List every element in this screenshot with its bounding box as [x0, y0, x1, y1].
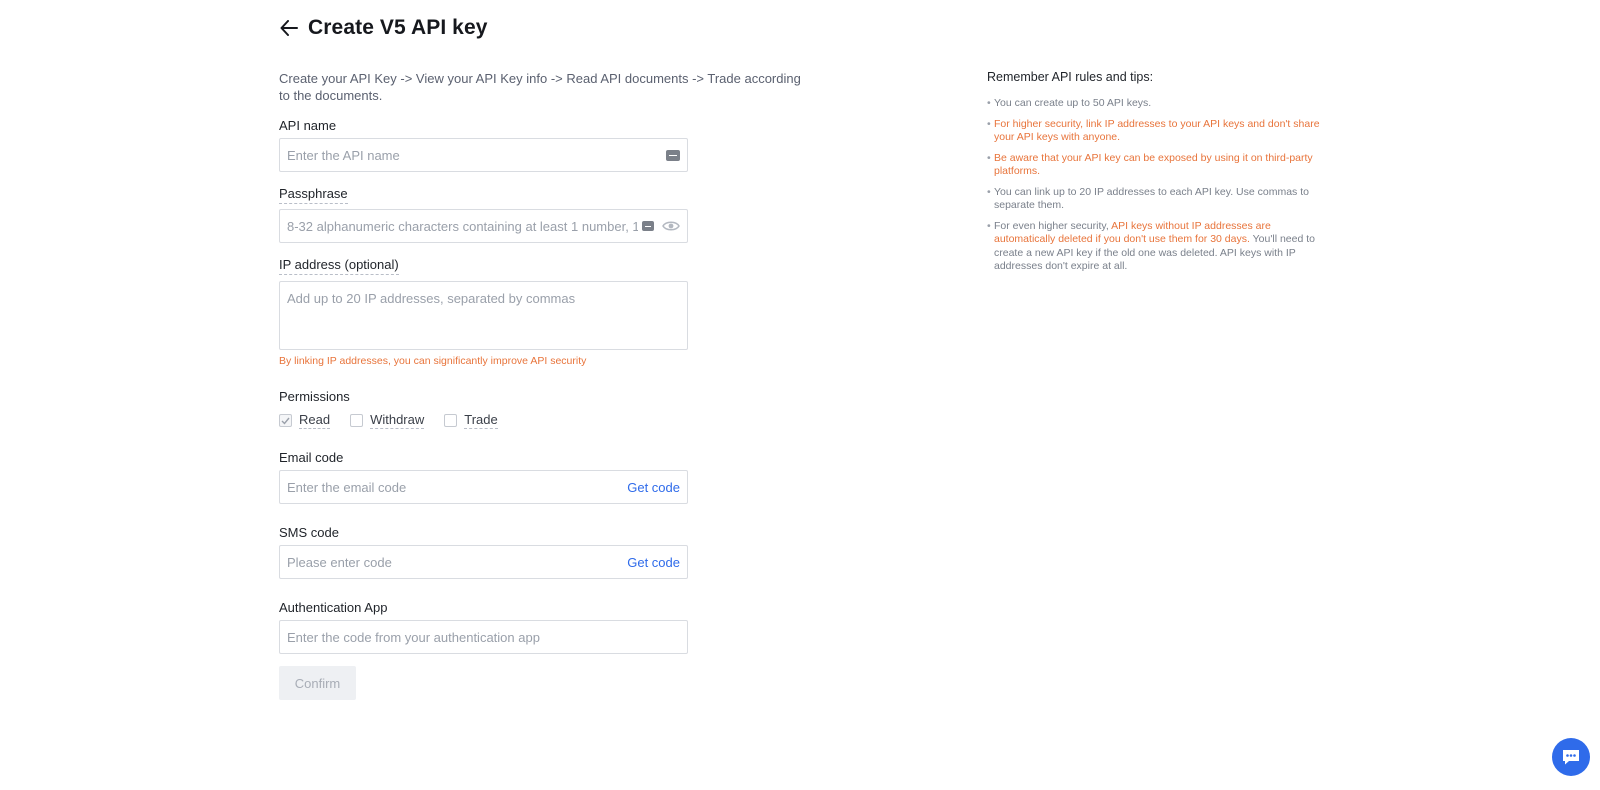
chat-icon [1563, 750, 1579, 765]
withdraw-label: Withdraw [370, 412, 425, 429]
eye-icon[interactable] [662, 220, 680, 232]
auth-app-field [279, 620, 688, 654]
permission-trade[interactable]: Trade [444, 412, 498, 429]
permissions-group: Read Withdraw Trade [279, 412, 498, 429]
auth-app-input[interactable] [287, 629, 680, 645]
intro-text: Create your API Key -> View your API Key… [279, 71, 801, 103]
ip-address-input[interactable] [287, 282, 680, 349]
read-label: Read [299, 412, 331, 429]
tip-text: For even higher security, [994, 219, 1112, 232]
sms-code-input[interactable] [287, 554, 628, 570]
email-code-field: Get code [279, 470, 688, 504]
trade-label: Trade [464, 412, 498, 429]
sms-code-field: Get code [279, 545, 688, 579]
auth-app-label: Authentication App [279, 600, 388, 615]
read-checkbox[interactable] [279, 414, 292, 427]
api-name-label: API name [279, 118, 337, 133]
email-code-input[interactable] [287, 479, 628, 495]
tips-title: Remember API rules and tips: [987, 70, 1154, 84]
permission-read[interactable]: Read [279, 412, 331, 429]
page-header: Create V5 API key [279, 16, 488, 40]
sms-code-label: SMS code [279, 525, 339, 540]
tip-item: You can link up to 20 IP addresses to ea… [987, 186, 1327, 213]
confirm-button[interactable]: Confirm [279, 666, 356, 700]
email-get-code-button[interactable]: Get code [627, 480, 680, 495]
check-icon [281, 417, 290, 425]
back-arrow-icon[interactable] [279, 18, 299, 38]
tip-item: For higher security, link IP addresses t… [987, 118, 1327, 145]
keyboard-icon[interactable] [666, 149, 680, 161]
chat-support-button[interactable] [1552, 738, 1590, 776]
sms-get-code-button[interactable]: Get code [627, 555, 680, 570]
tip-item: You can create up to 50 API keys. [987, 97, 1327, 111]
trade-checkbox[interactable] [444, 414, 458, 427]
passphrase-label: Passphrase [279, 186, 348, 204]
email-code-label: Email code [279, 450, 344, 465]
ip-address-label: IP address (optional) [279, 257, 399, 275]
keyboard-icon[interactable] [642, 221, 654, 231]
ip-address-field [279, 281, 688, 350]
page-title: Create V5 API key [308, 16, 488, 39]
withdraw-checkbox[interactable] [350, 414, 364, 427]
permission-withdraw[interactable]: Withdraw [350, 412, 425, 429]
permissions-label: Permissions [279, 389, 350, 404]
passphrase-field [279, 209, 688, 243]
tip-item: Be aware that your API key can be expose… [987, 152, 1327, 179]
form-column: Create your API Key -> View your API Key… [279, 70, 809, 104]
api-name-input[interactable] [287, 147, 666, 163]
tip-item: For even higher security, API keys witho… [987, 220, 1327, 274]
api-name-field [279, 138, 688, 172]
passphrase-input[interactable] [287, 218, 638, 234]
tips-panel: Remember API rules and tips: You can cre… [987, 70, 1327, 281]
ip-hint-text: By linking IP addresses, you can signifi… [279, 355, 587, 367]
